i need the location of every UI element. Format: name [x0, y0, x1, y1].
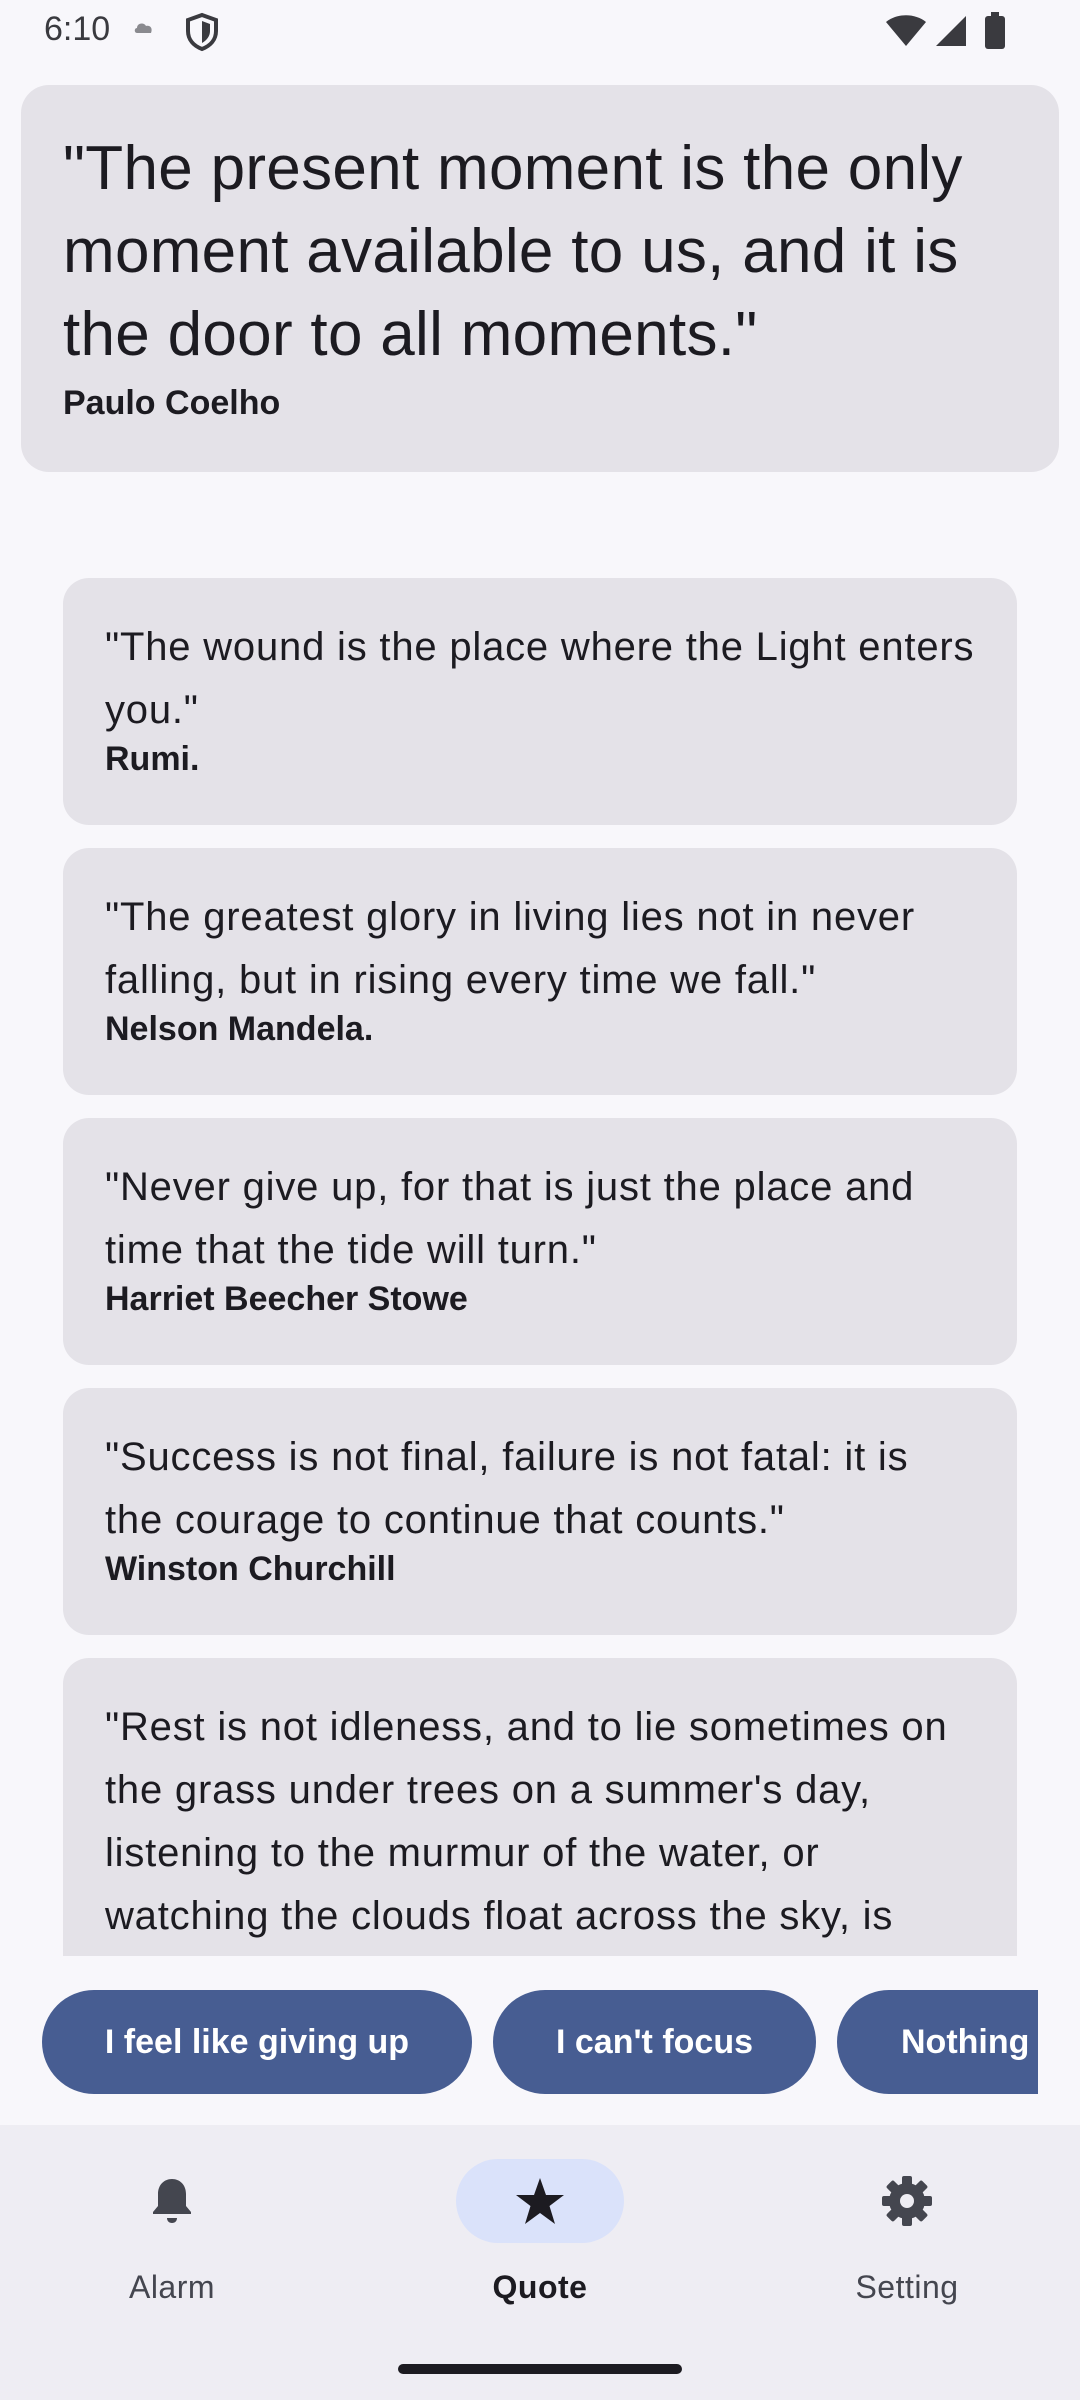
quote-author: Nelson Mandela.: [105, 1010, 374, 1048]
featured-quote-author: Paulo Coelho: [63, 384, 281, 422]
quote-card[interactable]: "Never give up, for that is just the pla…: [63, 1118, 1017, 1365]
quote-text: "Success is not final, failure is not fa…: [105, 1435, 909, 1542]
nav-item-alarm[interactable]: Alarm: [52, 2159, 292, 2309]
shield-icon: [186, 12, 218, 52]
quote-text: "The greatest glory in living lies not i…: [105, 895, 915, 1002]
wifi-icon: [886, 15, 926, 46]
nav-label-quote: Quote: [492, 2269, 588, 2305]
quote-author: Winston Churchill: [105, 1550, 396, 1588]
nav-item-quote[interactable]: Quote: [420, 2159, 660, 2309]
nav-label-alarm: Alarm: [128, 2269, 216, 2305]
quote-card[interactable]: "Rest is not idleness, and to lie someti…: [63, 1658, 1017, 1956]
quote-text: "Never give up, for that is just the pla…: [105, 1165, 915, 1272]
mood-chips-row[interactable]: I feel like giving up I can't focus Noth…: [42, 1990, 1038, 2094]
quote-list[interactable]: "The wound is the place where the Light …: [63, 578, 1017, 1956]
featured-quote-card: "The present moment is the only moment a…: [21, 85, 1059, 472]
nav-item-setting[interactable]: Setting: [787, 2159, 1027, 2309]
status-time: 6:10: [44, 10, 111, 48]
quote-text: "Rest is not idleness, and to lie someti…: [105, 1705, 948, 1938]
nav-label-setting: Setting: [855, 2269, 959, 2305]
nav-icon-container: [823, 2159, 991, 2243]
status-bar: 6:10: [0, 0, 1080, 64]
home-indicator[interactable]: [398, 2364, 682, 2374]
quote-card[interactable]: "The greatest glory in living lies not i…: [63, 848, 1017, 1095]
quote-card[interactable]: "Success is not final, failure is not fa…: [63, 1388, 1017, 1635]
nav-icon-container: [88, 2159, 256, 2243]
quote-author: Rumi.: [105, 740, 200, 778]
cloud-icon: [134, 23, 152, 33]
gear-icon: [882, 2176, 932, 2226]
battery-icon: [985, 12, 1005, 49]
quote-card[interactable]: "The wound is the place where the Light …: [63, 578, 1017, 825]
quote-author: Harriet Beecher Stowe: [105, 1280, 468, 1318]
featured-quote-text: "The present moment is the only moment a…: [63, 134, 963, 369]
bottom-navigation: Alarm Quote Setting: [0, 2125, 1080, 2400]
signal-icon: [936, 16, 966, 46]
chip-cant-focus[interactable]: I can't focus: [493, 1990, 816, 2094]
chip-giving-up[interactable]: I feel like giving up: [42, 1990, 472, 2094]
chip-nothing[interactable]: Nothing: [837, 1990, 1038, 2094]
nav-active-indicator: [456, 2159, 624, 2243]
star-icon: [516, 2178, 564, 2224]
bell-icon: [153, 2179, 191, 2223]
quote-text: "The wound is the place where the Light …: [105, 625, 975, 732]
